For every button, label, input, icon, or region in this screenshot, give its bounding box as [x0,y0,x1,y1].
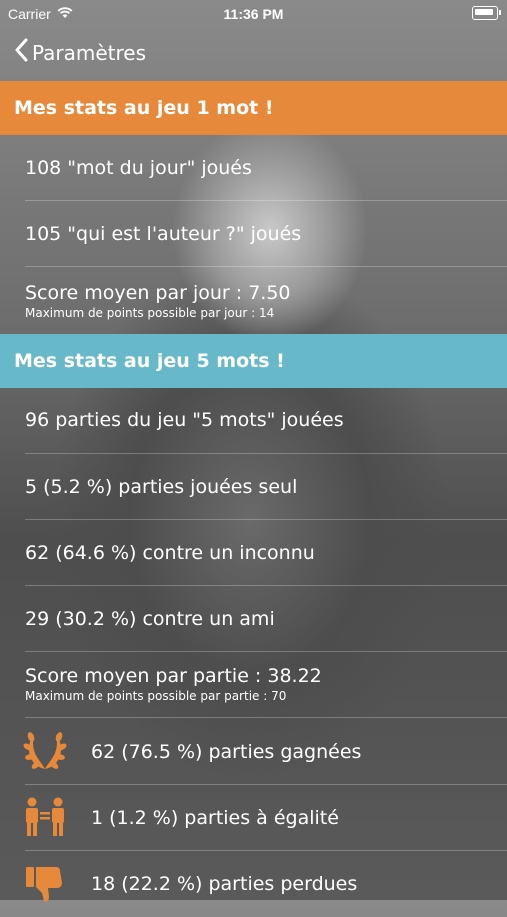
equality-people-icon [21,794,69,842]
navigation-bar: Paramètres [0,30,507,74]
divider [25,651,507,652]
status-bar: Carrier 11:36 PM [0,0,507,28]
stat-row-gagnees: 62 (76.5 %) parties gagnées [0,719,507,785]
section-header-1-mot: Mes stats au jeu 1 mot ! [0,81,507,135]
stat-row-seul: 5 (5.2 %) parties jouées seul [25,476,298,498]
divider [25,717,507,718]
stat-row-mot-du-jour: 108 "mot du jour" joués [25,157,252,179]
stat-row-score-jour: Score moyen par jour : 7.50 Maximum de p… [0,282,507,320]
back-button[interactable]: Paramètres [14,38,146,67]
divider [25,453,507,454]
stat-row-parties-jouees: 96 parties du jeu "5 mots" jouées [25,409,344,431]
stat-row-score-partie: Score moyen par partie : 38.22 Maximum d… [0,665,507,703]
max-points-jour: Maximum de points possible par jour : 14 [25,306,275,320]
divider [25,585,507,586]
max-points-partie: Maximum de points possible par partie : … [25,689,287,703]
section-header-5-mots: Mes stats au jeu 5 mots ! [0,334,507,388]
stat-row-inconnu: 62 (64.6 %) contre un inconnu [25,542,315,564]
stat-row-ami: 29 (30.2 %) contre un ami [25,608,275,630]
battery-icon [472,6,501,20]
divider [25,266,507,267]
clock: 11:36 PM [223,6,284,22]
gagnees-label: 62 (76.5 %) parties gagnées [91,741,362,763]
stat-row-egalite: 1 (1.2 %) parties à égalité [0,785,507,851]
laurel-wreath-icon [21,728,69,776]
divider [25,519,507,520]
stat-row-perdues: 18 (22.2 %) parties perdues [0,851,507,917]
egalite-label: 1 (1.2 %) parties à égalité [91,807,339,829]
perdues-label: 18 (22.2 %) parties perdues [91,873,358,895]
chevron-left-icon [14,38,28,67]
divider [25,200,507,201]
thumbs-down-icon [21,860,69,908]
back-label: Paramètres [32,40,147,65]
stat-row-qui-est-auteur: 105 "qui est l'auteur ?" joués [25,223,302,245]
